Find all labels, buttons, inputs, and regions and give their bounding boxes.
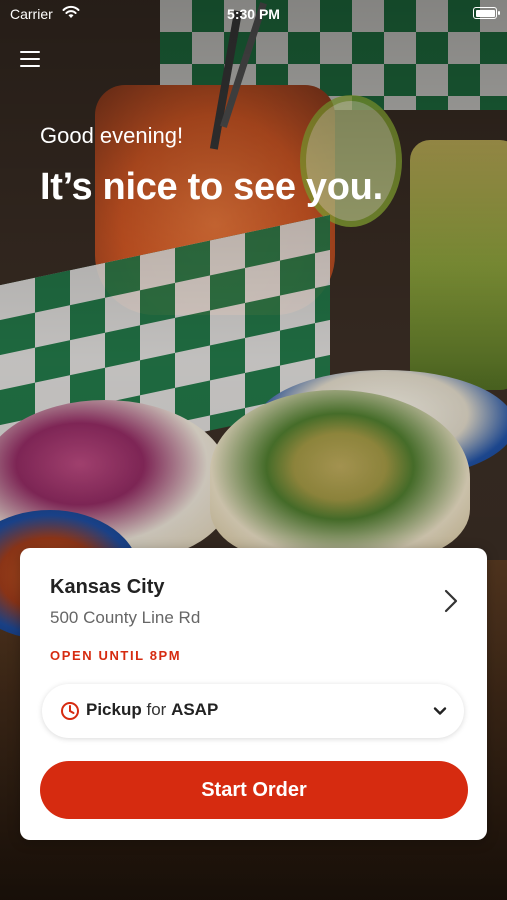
welcome-headline: It’s nice to see you. [40,166,383,208]
order-time-label: ASAP [171,700,219,719]
order-mode-label: Pickup [86,700,142,719]
order-mode-selector[interactable]: Pickup for ASAP [42,684,464,738]
hamburger-menu-icon[interactable] [20,48,42,68]
clock-icon [61,702,79,720]
status-bar: Carrier 5:30 PM [0,0,507,28]
greeting-text: Good evening! [40,123,184,148]
clock-time: 5:30 PM [227,6,280,22]
open-status-badge: OPEN UNTIL 8PM [50,648,182,663]
start-order-button[interactable]: Start Order [40,761,468,819]
app-screen: Carrier 5:30 PM Good evening! It’s nice … [0,0,507,900]
battery-icon [473,7,500,19]
location-address[interactable]: 500 County Line Rd [50,608,200,628]
chevron-down-icon[interactable] [432,703,448,719]
chevron-right-icon[interactable] [443,588,459,614]
location-card: Kansas City 500 County Line Rd OPEN UNTI… [20,548,487,840]
order-mode-text: Pickup for ASAP [86,700,218,720]
location-name[interactable]: Kansas City [50,576,165,599]
order-mode-connector: for [146,700,167,719]
